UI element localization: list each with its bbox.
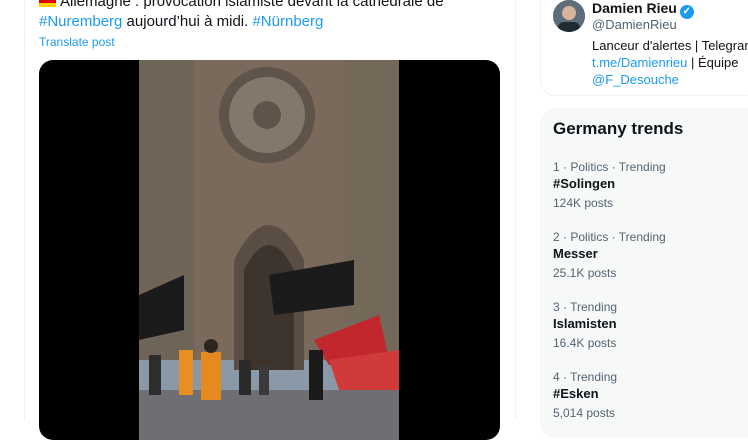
video-frame [139,60,399,440]
verified-badge-icon: ✓ [679,5,694,19]
trend-item[interactable]: 3 · Trending Islamisten 16.4K posts [553,299,743,351]
tweet-text-part2: aujourd’hui à midi. [126,13,249,30]
trend-meta: 3 · Trending [553,300,618,314]
trend-posts: 16.4K posts [553,336,617,350]
bio-mention-link[interactable]: @F_Desouche [592,72,679,87]
trend-name: Messer [553,246,598,261]
hashtag-link[interactable]: #Nuremberg [39,13,122,30]
trend-item[interactable]: 4 · Trending #Esken 5,014 posts [553,369,743,421]
trend-posts: 25.1K posts [553,266,617,280]
bio-line2-suffix: | Équipe [691,55,739,70]
bio-telegram-link[interactable]: t.me/Damienrieu [592,55,687,70]
trend-item[interactable]: 1 · Politics · Trending #Solingen 124K p… [553,159,743,211]
trends-title: Germany trends [553,119,684,138]
bio-line1: Lanceur d'alertes | Telegram [592,38,748,53]
trend-item[interactable]: 2 · Politics · Trending Messer 25.1K pos… [553,229,743,281]
avatar[interactable] [553,0,585,32]
germany-flag-icon [39,0,56,7]
hashtag-link[interactable]: #Nürnberg [252,13,323,30]
trend-name: Islamisten [553,316,617,331]
trend-meta: 4 · Trending [553,370,618,384]
trend-meta: 1 · Politics · Trending [553,160,666,174]
profile-handle[interactable]: @DamienRieu [592,17,677,32]
translate-post-link[interactable]: Translate post [39,35,115,49]
trend-posts: 124K posts [553,196,614,210]
profile-name-text: Damien Rieu [592,0,677,16]
avatar-image [553,0,585,32]
trend-name: #Esken [553,386,599,401]
tweet-text: Allemagne : provocation islamiste devant… [39,0,509,32]
video-player[interactable] [39,60,500,440]
trend-posts: 5,014 posts [553,406,616,420]
profile-bio: Lanceur d'alertes | Telegram t.me/Damien… [592,37,748,88]
trend-name: #Solingen [553,176,616,191]
trend-meta: 2 · Politics · Trending [553,230,666,244]
tweet-text-part1: Allemagne : provocation islamiste devant… [60,0,444,10]
